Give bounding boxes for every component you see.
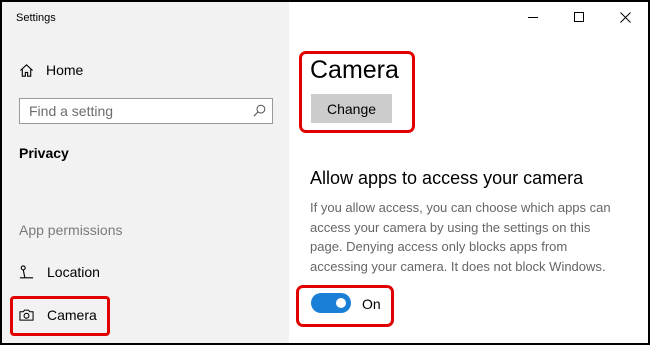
sidebar-item-location[interactable]: Location	[19, 262, 100, 282]
description-text: If you allow access, you can choose whic…	[310, 200, 611, 274]
minimize-icon	[527, 16, 538, 18]
search-box[interactable]	[19, 98, 273, 124]
section-heading: Allow apps to access your camera	[310, 168, 584, 188]
search-input[interactable]	[20, 99, 249, 123]
maximize-button[interactable]	[556, 2, 602, 32]
group-label-app-permissions: App permissions	[19, 222, 123, 238]
window-controls	[510, 2, 648, 32]
page-title: Camera	[310, 56, 399, 84]
sidebar-item-home[interactable]: Home	[19, 60, 83, 80]
toggle-knob	[336, 298, 346, 308]
sidebar: Settings Home Privacy App permissions Lo…	[2, 2, 289, 343]
main-content: Camera Change Allow apps to access your …	[289, 2, 648, 343]
home-label: Home	[46, 62, 84, 78]
app-title: Settings	[16, 12, 56, 24]
close-button[interactable]	[602, 2, 648, 32]
section-title-privacy: Privacy	[19, 145, 69, 161]
sidebar-item-camera[interactable]: Camera	[19, 305, 97, 325]
camera-access-toggle[interactable]	[311, 293, 351, 313]
settings-window: Settings Home Privacy App permissions Lo…	[0, 0, 650, 345]
sidebar-item-label: Camera	[47, 307, 97, 323]
camera-icon	[19, 309, 34, 321]
change-button[interactable]: Change	[311, 94, 392, 123]
home-icon	[20, 63, 33, 77]
minimize-button[interactable]	[510, 2, 556, 32]
close-icon	[619, 11, 631, 23]
location-icon	[19, 265, 34, 279]
maximize-icon	[573, 11, 584, 22]
search-icon[interactable]	[253, 104, 266, 117]
toggle-state-label: On	[362, 296, 381, 312]
sidebar-item-label: Location	[47, 264, 100, 280]
